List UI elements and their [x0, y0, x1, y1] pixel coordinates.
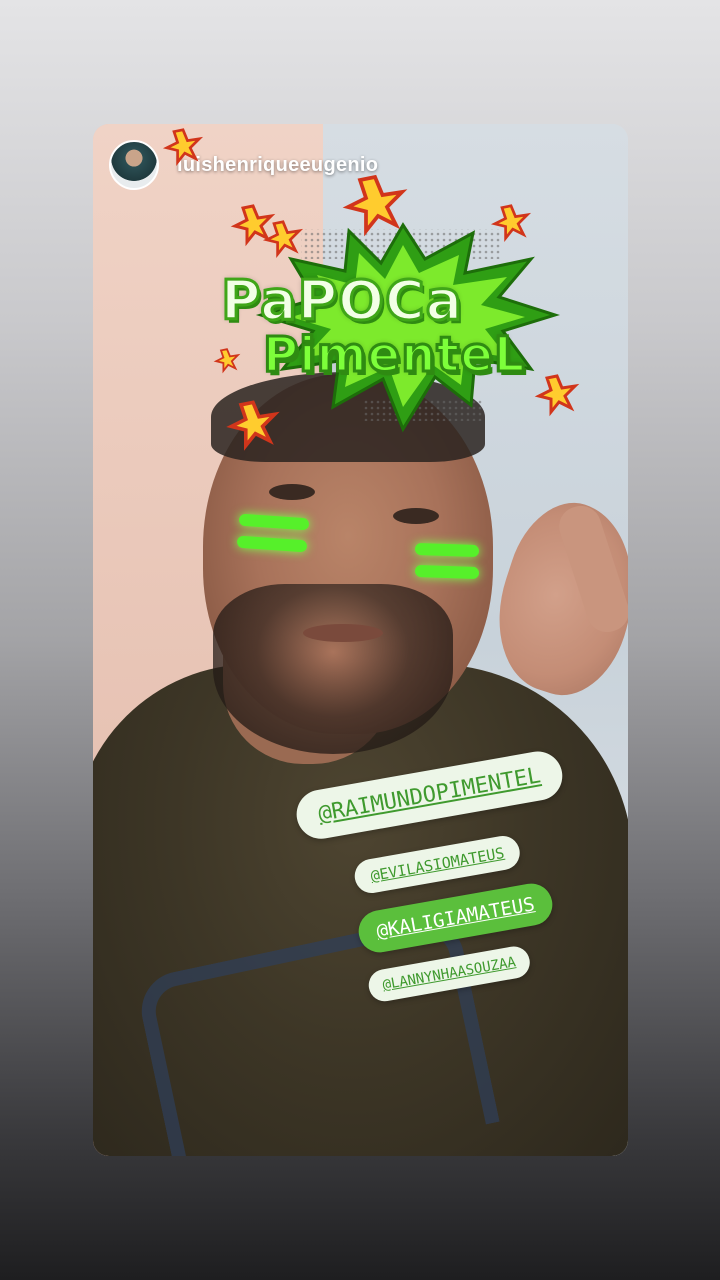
right-eye — [393, 508, 439, 524]
left-eye — [269, 484, 315, 500]
story-frame[interactable]: luishenriqueeugenio PaPOCa PimenteL @RAI… — [93, 124, 628, 1156]
papoca-pimentel-sticker[interactable]: PaPOCa PimenteL — [213, 219, 603, 439]
sticker-title-line1: PaPOCa — [219, 268, 464, 334]
cheek-stripe-right-1 — [414, 542, 480, 558]
person-mouth — [303, 624, 383, 642]
sticker-title-line2: PimenteL — [261, 326, 526, 385]
cheek-stripe-right-2 — [414, 564, 480, 580]
username[interactable]: luishenriqueeugenio — [177, 154, 378, 177]
avatar[interactable] — [109, 140, 159, 190]
person-beard — [213, 584, 453, 754]
